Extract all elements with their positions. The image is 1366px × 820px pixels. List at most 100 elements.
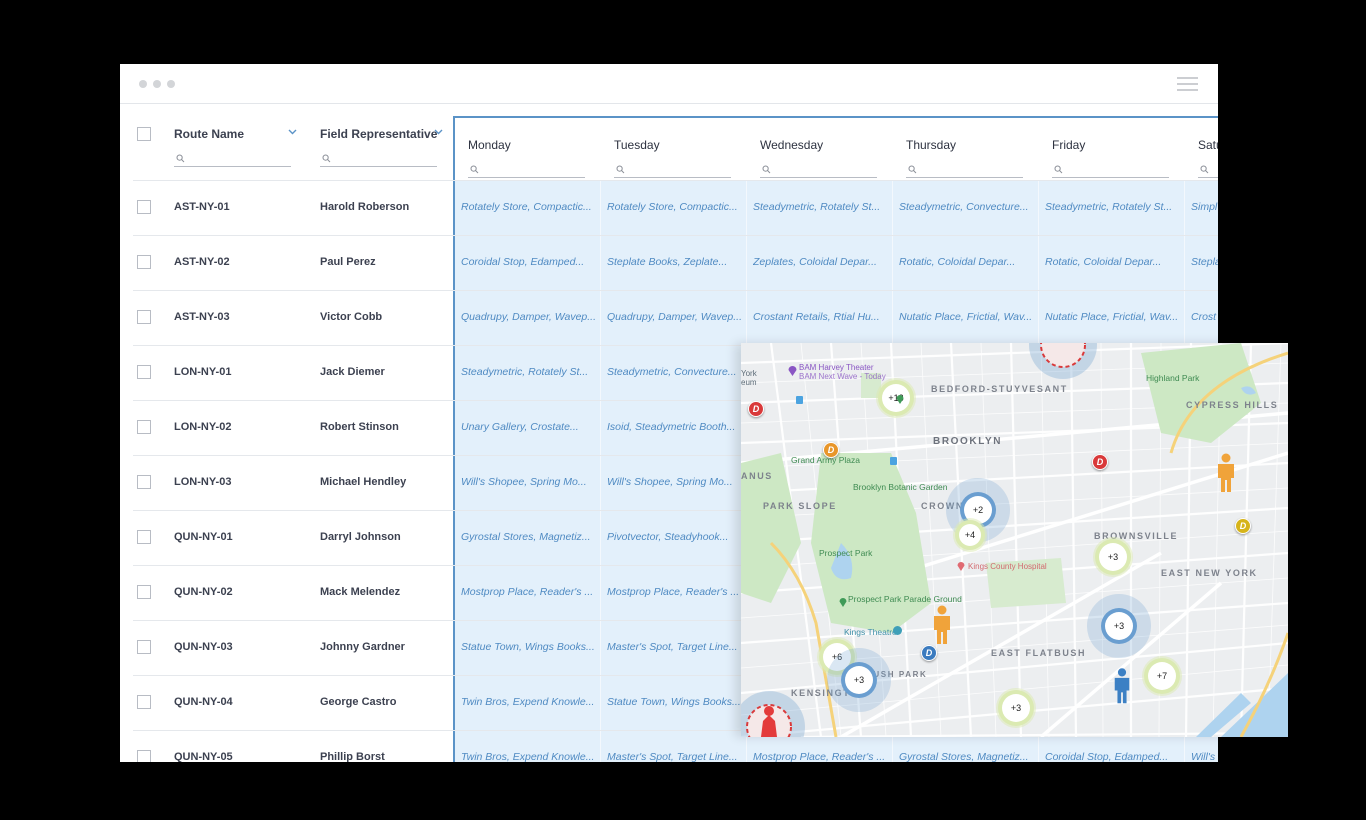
row-checkbox[interactable] (137, 750, 151, 762)
schedule-cell[interactable]: Coroidal Stop, Edamped... (1045, 751, 1181, 762)
day-filter-input[interactable] (906, 163, 1023, 178)
table-row[interactable]: QUN-NY-02 Mack Melendez (120, 565, 453, 620)
poi-name: eum (741, 378, 757, 387)
map-cluster-marker[interactable]: +3 (1099, 543, 1127, 571)
row-checkbox[interactable] (137, 640, 151, 654)
table-row[interactable]: LON-NY-03 Michael Hendley (120, 455, 453, 510)
schedule-cell[interactable]: Quadrupy, Damper, Wavep... (607, 311, 743, 323)
route-name-cell: QUN-NY-05 (174, 751, 233, 762)
schedule-cell[interactable]: Simpl (1191, 201, 1218, 213)
chevron-down-icon[interactable] (434, 129, 443, 135)
schedule-cell[interactable]: Steplate Books, Zeplate... (607, 256, 743, 268)
schedule-cell[interactable]: Rotately Store, Compactic... (461, 201, 597, 213)
field-rep-filter-input[interactable] (320, 152, 437, 167)
route-map[interactable]: BEDFORD-STUYVESANT BROOKLYN PARK SLOPE C… (741, 343, 1288, 737)
table-row[interactable]: LON-NY-02 Robert Stinson (120, 400, 453, 455)
schedule-cell[interactable]: Steadymetric, Convecture... (607, 366, 743, 378)
map-label-neighborhood: BEDFORD-STUYVESANT (931, 384, 1068, 394)
schedule-cell[interactable]: Rotatic, Coloidal Depar... (899, 256, 1035, 268)
table-row[interactable]: QUN-NY-01 Darryl Johnson (120, 510, 453, 565)
day-filter-input[interactable] (468, 163, 585, 178)
day-filter-input[interactable] (1052, 163, 1169, 178)
schedule-cell[interactable]: Isoid, Steadymetric Booth... (607, 421, 743, 433)
schedule-cell[interactable]: Quadrupy, Damper, Wavep... (461, 311, 597, 323)
row-checkbox[interactable] (137, 530, 151, 544)
schedule-cell[interactable]: Statue Town, Wings Books... (607, 696, 743, 708)
window-dot[interactable] (139, 80, 147, 88)
schedule-cell[interactable]: Steadymetric, Convecture... (899, 201, 1035, 213)
schedule-cell[interactable]: Master's Spot, Target Line... (607, 751, 743, 762)
hamburger-menu-icon[interactable] (1177, 77, 1198, 91)
table-row[interactable]: AST-NY-02 Paul Perez (120, 235, 453, 290)
driver-pin-marker[interactable]: D (921, 645, 937, 661)
schedule-cell[interactable]: Nutatic Place, Frictial, Wav... (1045, 311, 1181, 323)
schedule-cell[interactable]: Gyrostal Stores, Magnetiz... (899, 751, 1035, 762)
schedule-cell[interactable]: Stepla (1191, 256, 1218, 268)
day-filter-input[interactable] (1198, 163, 1218, 178)
schedule-cell[interactable]: Twin Bros, Expend Knowle... (461, 696, 597, 708)
map-label-neighborhood: PARK SLOPE (763, 501, 837, 511)
map-cluster-marker[interactable]: +4 (959, 524, 981, 546)
column-header-route-name[interactable]: Route Name (174, 105, 304, 180)
schedule-cell[interactable]: Will's (1191, 751, 1218, 762)
table-row[interactable]: LON-NY-01 Jack Diemer (120, 345, 453, 400)
row-checkbox[interactable] (137, 255, 151, 269)
field-rep-person-icon[interactable] (1112, 667, 1132, 705)
row-checkbox[interactable] (137, 365, 151, 379)
table-row[interactable]: QUN-NY-03 Johnny Gardner (120, 620, 453, 675)
row-checkbox[interactable] (137, 695, 151, 709)
schedule-cell[interactable]: Rotately Store, Compactic... (607, 201, 743, 213)
column-header-field-rep[interactable]: Field Representative (320, 105, 450, 180)
schedule-cell[interactable]: Twin Bros, Expend Knowle... (461, 751, 597, 762)
driver-pin-marker[interactable]: D (748, 401, 764, 417)
row-checkbox[interactable] (137, 475, 151, 489)
driver-pin-marker[interactable]: D (1235, 518, 1251, 534)
day-filter-input[interactable] (760, 163, 877, 178)
driver-pin-marker[interactable]: D (823, 442, 839, 458)
schedule-cell[interactable]: Master's Spot, Target Line... (607, 641, 743, 653)
row-checkbox[interactable] (137, 310, 151, 324)
row-checkbox[interactable] (137, 585, 151, 599)
schedule-cell[interactable]: Pivotvector, Steadyhook... (607, 531, 743, 543)
schedule-cell[interactable]: Statue Town, Wings Books... (461, 641, 597, 653)
table-row[interactable]: AST-NY-03 Victor Cobb (120, 290, 453, 345)
row-checkbox[interactable] (137, 200, 151, 214)
schedule-cell[interactable]: Mostprop Place, Reader's ... (461, 586, 597, 598)
schedule-cell[interactable]: Will's Shopee, Spring Mo... (461, 476, 597, 488)
table-row[interactable]: QUN-NY-05 Phillip Borst (120, 730, 453, 762)
schedule-cell[interactable]: Coroidal Stop, Edamped... (461, 256, 597, 268)
schedule-cell[interactable]: Nutatic Place, Frictial, Wav... (899, 311, 1035, 323)
schedule-cell[interactable]: Mostprop Place, Reader's ... (607, 586, 743, 598)
schedule-cell[interactable]: Crostant Retails, Rtial Hu... (753, 311, 889, 323)
chevron-down-icon[interactable] (288, 129, 297, 135)
table-row[interactable]: AST-NY-01 Harold Roberson (120, 180, 453, 235)
window-dot[interactable] (167, 80, 175, 88)
schedule-cell[interactable]: Mostprop Place, Reader's ... (753, 751, 889, 762)
schedule-cell[interactable]: Unary Gallery, Crostate... (461, 421, 597, 433)
map-cluster-marker[interactable]: +7 (1148, 662, 1176, 690)
field-rep-person-icon[interactable] (1215, 453, 1237, 493)
window-dot[interactable] (153, 80, 161, 88)
schedule-cell[interactable]: Gyrostal Stores, Magnetiz... (461, 531, 597, 543)
driver-pin-marker[interactable]: D (1092, 454, 1108, 470)
schedule-cell[interactable]: Steadymetric, Rotately St... (1045, 201, 1181, 213)
field-rep-person-icon[interactable] (931, 605, 953, 645)
schedule-cell[interactable]: Zeplates, Coloidal Depar... (753, 256, 889, 268)
row-checkbox[interactable] (137, 420, 151, 434)
map-cluster-marker[interactable]: +3 (1002, 694, 1030, 722)
table-row[interactable]: QUN-NY-04 George Castro (120, 675, 453, 730)
park-poi-icon (839, 598, 847, 607)
map-cluster-marker[interactable]: +2 (964, 496, 992, 524)
select-all-checkbox[interactable] (137, 127, 151, 141)
route-name-cell: LON-NY-02 (174, 421, 232, 433)
map-cluster-marker[interactable]: +6 (823, 643, 851, 671)
schedule-cell[interactable]: Steadymetric, Rotately St... (753, 201, 889, 213)
schedule-cell[interactable]: Steadymetric, Rotately St... (461, 366, 597, 378)
day-filter-input[interactable] (614, 163, 731, 178)
map-cluster-marker[interactable]: +3 (845, 666, 873, 694)
route-name-filter-input[interactable] (174, 152, 291, 167)
schedule-cell[interactable]: Rotatic, Coloidal Depar... (1045, 256, 1181, 268)
map-cluster-marker[interactable]: +3 (1105, 612, 1133, 640)
schedule-cell[interactable]: Will's Shopee, Spring Mo... (607, 476, 743, 488)
schedule-cell[interactable]: Crost (1191, 311, 1218, 323)
